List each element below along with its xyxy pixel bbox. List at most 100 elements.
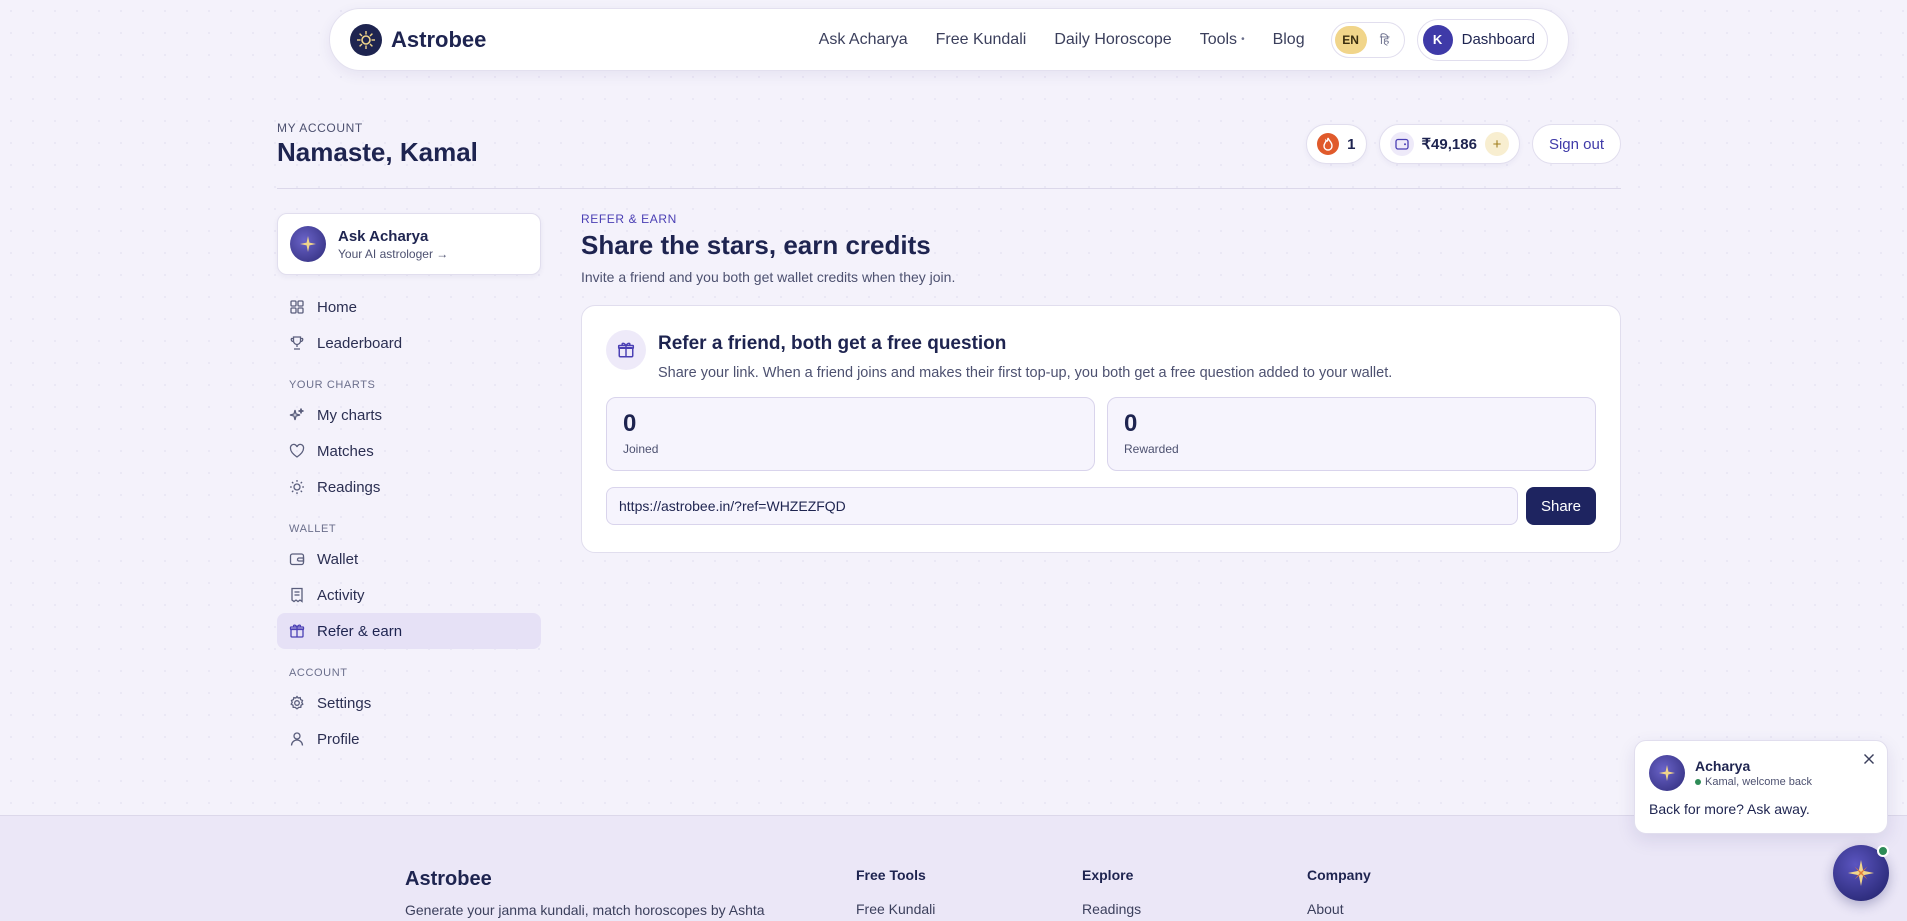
sidebar-item-label: Home	[317, 298, 358, 316]
sidebar-item-activity[interactable]: Activity	[277, 577, 541, 613]
nav-link-free-kundali[interactable]: Free Kundali	[936, 31, 1027, 49]
stat-value: 0	[1124, 410, 1138, 437]
astrobee-logo-icon	[350, 23, 382, 56]
nav-link-ask-acharya[interactable]: Ask Acharya	[819, 31, 908, 49]
chat-greeting-bubble[interactable]: Acharya Kamal, welcome back Back for mor…	[1634, 740, 1888, 834]
sidebar-item-wallet[interactable]: Wallet	[277, 541, 541, 577]
sidebar-item-label: Activity	[317, 586, 365, 604]
trophy-icon	[289, 335, 305, 351]
footer-column-heading: Explore	[1082, 867, 1134, 883]
page-title: Namaste, Kamal	[277, 137, 478, 167]
stat-label: Joined	[623, 442, 659, 456]
gift-icon	[289, 623, 305, 639]
nav-tools-dropdown[interactable]: Tools •	[1200, 31, 1245, 49]
section-title: Share the stars, earn credits	[581, 230, 931, 260]
dashboard-label: Dashboard	[1461, 31, 1535, 48]
nav-link-blog[interactable]: Blog	[1273, 31, 1305, 49]
footer-column-heading: Company	[1307, 867, 1371, 883]
footer-link[interactable]: Free Kundali	[856, 901, 935, 917]
sidebar-item-home[interactable]: Home	[277, 289, 541, 325]
chat-status: Kamal, welcome back	[1695, 776, 1812, 788]
sidebar-item-label: Profile	[317, 730, 360, 748]
grid-icon	[289, 299, 305, 315]
sidebar-item-label: Settings	[317, 694, 372, 712]
sparkle-icon	[1846, 858, 1876, 888]
referral-stats: 0 Joined 0 Rewarded	[606, 397, 1596, 471]
nav-link-tools: Tools	[1199, 30, 1238, 48]
ask-card-subtitle: Your AI astrologer →	[338, 246, 449, 261]
close-icon[interactable]	[1863, 753, 1875, 765]
streak-badge[interactable]: 1	[1306, 124, 1367, 164]
refer-card: Refer a friend, both get a free question…	[581, 305, 1621, 553]
avatar: K	[1422, 24, 1453, 55]
header-divider	[277, 188, 1621, 189]
sidebar-item-my-charts[interactable]: My charts	[277, 397, 541, 433]
sun-icon	[289, 479, 305, 495]
footer-column-explore: Explore Readings	[1082, 867, 1141, 917]
chat-agent-name: Acharya	[1695, 758, 1751, 774]
footer-link[interactable]: Readings	[1082, 901, 1141, 917]
sign-out-button[interactable]: Sign out	[1531, 124, 1621, 164]
wallet-icon	[289, 551, 305, 567]
section-eyebrow: REFER & EARN	[581, 212, 677, 226]
section-subtitle: Invite a friend and you both get wallet …	[581, 269, 956, 285]
add-funds-button[interactable]: +	[1484, 132, 1509, 156]
language-toggle: EN हि	[1330, 21, 1405, 58]
sidebar-item-matches[interactable]: Matches	[277, 433, 541, 469]
sidebar-item-label: Wallet	[317, 550, 359, 568]
stat-rewarded: 0 Rewarded	[1107, 397, 1596, 471]
refer-earn-main: REFER & EARN Share the stars, earn credi…	[581, 212, 1621, 553]
online-dot-icon	[1695, 779, 1701, 785]
sidebar-section-wallet: WALLET	[289, 523, 337, 535]
dashboard-button[interactable]: K Dashboard	[1416, 18, 1548, 61]
gear-icon	[289, 695, 305, 711]
sidebar-item-refer-earn[interactable]: Refer & earn	[277, 613, 541, 649]
lang-hi-button[interactable]: हि	[1369, 26, 1401, 54]
referral-link-input[interactable]	[606, 487, 1518, 525]
wallet-icon	[1389, 132, 1414, 156]
brand-logo-link[interactable]: Astrobee	[350, 23, 487, 56]
ask-acharya-card[interactable]: Ask Acharya Your AI astrologer →	[277, 213, 541, 275]
wallet-balance-pill[interactable]: ₹49,186 +	[1378, 124, 1520, 164]
lang-en-button[interactable]: EN	[1334, 25, 1367, 54]
sidebar-item-profile[interactable]: Profile	[277, 721, 541, 757]
footer-column-free-tools: Free Tools Free Kundali	[856, 867, 935, 917]
sidebar-section-charts: YOUR CHARTS	[289, 379, 376, 391]
header-actions: 1 ₹49,186 + Sign out	[1306, 124, 1621, 164]
footer-brand[interactable]: Astrobee	[405, 868, 492, 891]
chat-message: Back for more? Ask away.	[1649, 801, 1810, 817]
footer-column-heading: Free Tools	[856, 867, 926, 883]
account-eyebrow: MY ACCOUNT	[277, 121, 363, 135]
main-nav: Ask Acharya Free Kundali Daily Horoscope…	[819, 31, 1305, 49]
share-button[interactable]: Share	[1526, 487, 1596, 525]
top-navbar: Astrobee Ask Acharya Free Kundali Daily …	[329, 8, 1569, 71]
flame-icon	[1317, 133, 1340, 155]
sidebar-item-label: Readings	[317, 478, 381, 496]
wallet-amount: ₹49,186	[1421, 136, 1477, 153]
sidebar-item-settings[interactable]: Settings	[277, 685, 541, 721]
chat-launcher-button[interactable]	[1833, 845, 1889, 901]
heart-icon	[289, 443, 305, 459]
nav-link-daily-horoscope[interactable]: Daily Horoscope	[1054, 31, 1171, 49]
stat-joined: 0 Joined	[606, 397, 1095, 471]
sidebar-item-label: Leaderboard	[317, 334, 403, 352]
acharya-avatar-icon	[1649, 755, 1685, 791]
footer-link[interactable]: About	[1307, 901, 1371, 917]
stat-value: 0	[623, 410, 637, 437]
sidebar-item-label: Matches	[317, 442, 374, 460]
brand-name: Astrobee	[391, 26, 487, 52]
sidebar-item-readings[interactable]: Readings	[277, 469, 541, 505]
referral-link-row: Share	[606, 487, 1596, 525]
account-sidebar: Ask Acharya Your AI astrologer → Home Le…	[277, 213, 541, 757]
sidebar-item-label: Refer & earn	[317, 622, 403, 640]
gift-icon	[606, 330, 646, 370]
user-icon	[289, 731, 305, 747]
sparkles-icon	[289, 407, 305, 423]
acharya-avatar-icon	[290, 226, 326, 262]
stat-label: Rewarded	[1124, 442, 1179, 456]
online-indicator	[1877, 845, 1889, 857]
sidebar-item-leaderboard[interactable]: Leaderboard	[277, 325, 541, 361]
chat-status-text: Kamal, welcome back	[1705, 776, 1812, 788]
sidebar-section-account: ACCOUNT	[289, 667, 348, 679]
site-footer: Astrobee Generate your janma kundali, ma…	[0, 815, 1907, 921]
